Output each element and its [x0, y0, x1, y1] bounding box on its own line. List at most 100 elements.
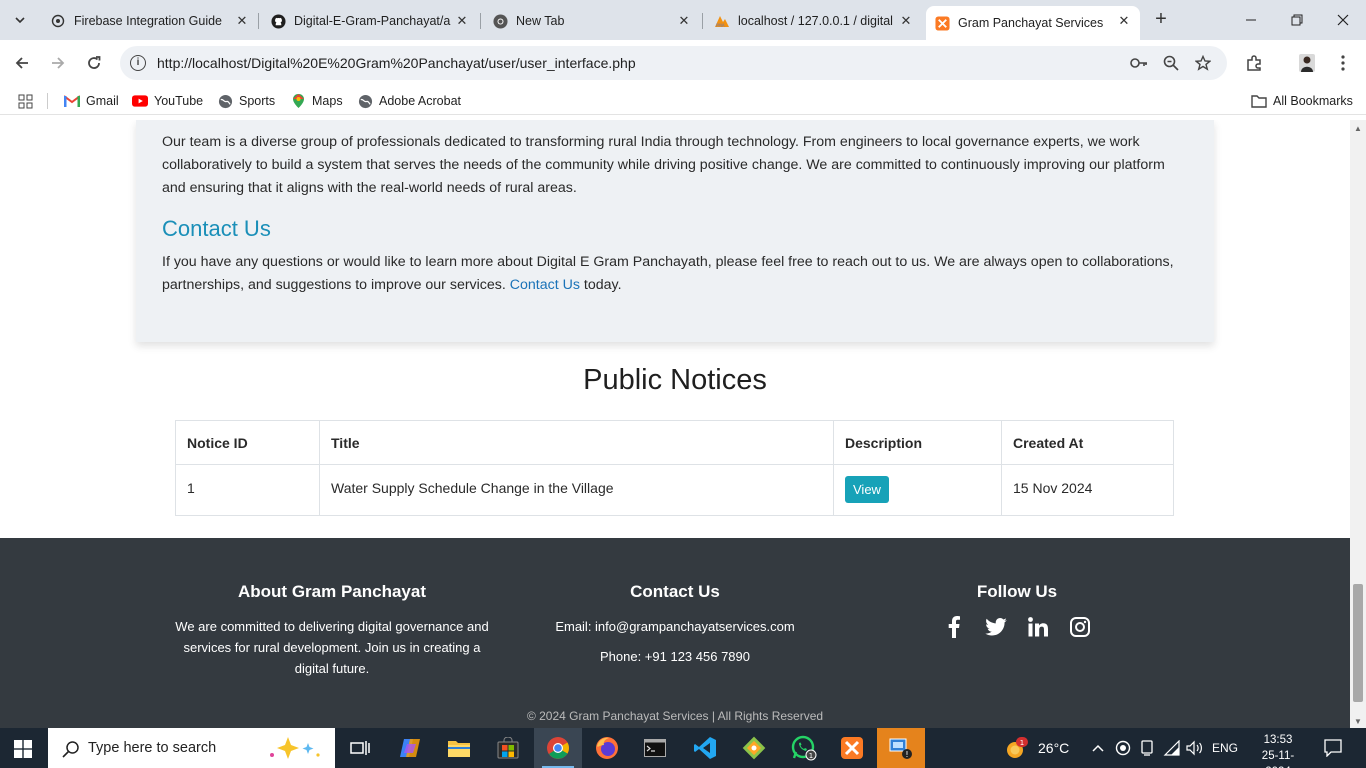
xampp-icon [841, 737, 863, 759]
bookmark-sports[interactable]: Sports [217, 91, 275, 111]
bookmark-gmail[interactable]: Gmail [64, 91, 119, 111]
about-section-card: Our team is a diverse group of professio… [136, 120, 1214, 342]
footer-about-column: About Gram Panchayat We are committed to… [172, 582, 492, 679]
tab-gram-panchayat[interactable]: Gram Panchayat Services ✕ [926, 6, 1140, 40]
twitter-icon[interactable] [985, 616, 1007, 638]
close-icon[interactable]: ✕ [1116, 13, 1132, 29]
weather-widget[interactable]: 1 26°C [1004, 728, 1069, 768]
taskbar-chrome[interactable] [534, 728, 582, 768]
tab-firebase-guide[interactable]: Firebase Integration Guide ✕ [42, 6, 258, 36]
contact-heading: Contact Us [162, 216, 271, 241]
record-icon[interactable] [1115, 728, 1131, 768]
minimize-button[interactable] [1228, 0, 1274, 40]
key-icon[interactable] [1129, 53, 1149, 73]
windows-taskbar: Type here to search 1 ! 1 26°C ENG 13:53… [0, 728, 1366, 768]
taskbar-xampp[interactable] [828, 728, 876, 768]
forward-button[interactable] [45, 50, 71, 76]
task-view-icon [350, 741, 370, 755]
linkedin-icon[interactable] [1027, 616, 1049, 638]
arrow-left-icon [15, 57, 28, 69]
page-scrollbar[interactable]: ▲ ▼ [1350, 120, 1366, 728]
page-viewport: Our team is a diverse group of professio… [0, 120, 1350, 728]
taskbar-copilot[interactable] [386, 728, 434, 768]
windows-start-button[interactable] [14, 740, 32, 758]
folder-icon [448, 741, 470, 757]
taskbar-search-box[interactable]: Type here to search [48, 728, 335, 768]
column-header: Created At [1001, 420, 1174, 465]
site-info-icon[interactable]: i [130, 55, 146, 71]
new-tab-button[interactable]: + [1149, 8, 1173, 32]
notice-id-cell: 1 [175, 464, 320, 516]
tab-title: Digital-E-Gram-Panchayat/a [294, 14, 451, 28]
taskbar-firefox[interactable] [583, 728, 631, 768]
bookmarks-bar: Gmail YouTube Sports Maps Adobe Acrobat … [0, 86, 1366, 115]
contact-us-link[interactable]: Contact Us [510, 277, 580, 293]
url-text[interactable]: http://localhost/Digital%20E%20Gram%20Pa… [157, 55, 636, 71]
instagram-icon[interactable] [1069, 616, 1091, 638]
close-icon[interactable]: ✕ [676, 13, 692, 29]
bookmark-maps[interactable]: Maps [290, 91, 343, 111]
language-indicator[interactable]: ENG [1212, 728, 1238, 768]
reload-icon [88, 56, 101, 69]
taskbar-terminal[interactable] [631, 728, 679, 768]
notices-table: Notice ID Title Description Created At 1… [175, 420, 1174, 516]
close-icon[interactable]: ✕ [898, 13, 914, 29]
scrollbar-thumb[interactable] [1353, 584, 1363, 702]
site-footer: About Gram Panchayat We are committed to… [0, 538, 1350, 728]
all-bookmarks-button[interactable]: All Bookmarks [1251, 91, 1353, 111]
vscode-icon [694, 737, 716, 759]
close-window-button[interactable] [1320, 0, 1366, 40]
column-header: Title [319, 420, 834, 465]
whatsapp-icon: 1 [791, 735, 817, 761]
scroll-down-arrow-icon[interactable]: ▼ [1354, 717, 1362, 726]
tab-phpmyadmin[interactable]: PMA localhost / 127.0.0.1 / digital ✕ [706, 6, 922, 36]
table-row: 1 Water Supply Schedule Change in the Vi… [175, 464, 1174, 516]
tab-title: New Tab [516, 14, 565, 28]
tab-new-tab[interactable]: New Tab ✕ [484, 6, 700, 36]
taskbar-whatsapp[interactable]: 1 [780, 728, 828, 768]
view-button[interactable]: View [845, 476, 889, 503]
show-hidden-icons[interactable] [1091, 728, 1105, 768]
zoom-icon[interactable] [1161, 53, 1181, 73]
bookmark-star-icon[interactable] [1193, 53, 1213, 73]
reload-button[interactable] [81, 50, 107, 76]
taskbar-clock[interactable]: 13:53 25-11-2024 [1250, 732, 1306, 768]
facebook-icon[interactable] [943, 616, 965, 638]
taskbar-file-explorer[interactable] [435, 728, 483, 768]
address-bar[interactable]: i http://localhost/Digital%20E%20Gram%20… [120, 46, 1227, 80]
windows-logo-icon [14, 740, 32, 758]
chrome-icon [492, 13, 508, 29]
bookmark-label: Maps [312, 94, 343, 108]
tab-github-repo[interactable]: Digital-E-Gram-Panchayat/a ✕ [262, 6, 478, 36]
clock-time: 13:53 [1263, 734, 1293, 746]
search-highlight-icon [270, 737, 320, 759]
notice-description-cell: View [833, 464, 1002, 516]
close-icon[interactable]: ✕ [454, 13, 470, 29]
close-icon[interactable]: ✕ [234, 13, 250, 29]
restore-button[interactable] [1274, 0, 1320, 40]
bookmark-youtube[interactable]: YouTube [132, 91, 203, 111]
taskbar-microsoft-store[interactable] [484, 728, 532, 768]
chrome-icon [547, 737, 569, 759]
taskbar-vscode[interactable] [681, 728, 729, 768]
device-icon[interactable] [1140, 728, 1154, 768]
search-icon [62, 741, 79, 758]
bookmark-adobe-acrobat[interactable]: Adobe Acrobat [357, 91, 461, 111]
scroll-up-arrow-icon[interactable]: ▲ [1354, 124, 1362, 133]
extensions-icon[interactable] [1242, 51, 1266, 75]
notification-center-button[interactable] [1324, 728, 1342, 768]
task-view-button[interactable] [336, 728, 384, 768]
apps-grid-icon[interactable] [18, 91, 33, 111]
volume-icon[interactable] [1186, 728, 1204, 768]
profile-avatar[interactable] [1295, 51, 1319, 75]
back-button[interactable] [9, 50, 35, 76]
bookmark-label: Gmail [86, 94, 119, 108]
github-icon [270, 13, 286, 29]
network-icon[interactable] [1163, 728, 1181, 768]
taskbar-git-tool[interactable] [730, 728, 778, 768]
svg-text:PMA: PMA [716, 23, 725, 28]
taskbar-app-alert[interactable]: ! [877, 728, 925, 768]
menu-kebab-icon[interactable] [1331, 51, 1355, 75]
footer-contact-heading: Contact Us [630, 582, 720, 601]
tab-search-button[interactable] [8, 8, 32, 32]
